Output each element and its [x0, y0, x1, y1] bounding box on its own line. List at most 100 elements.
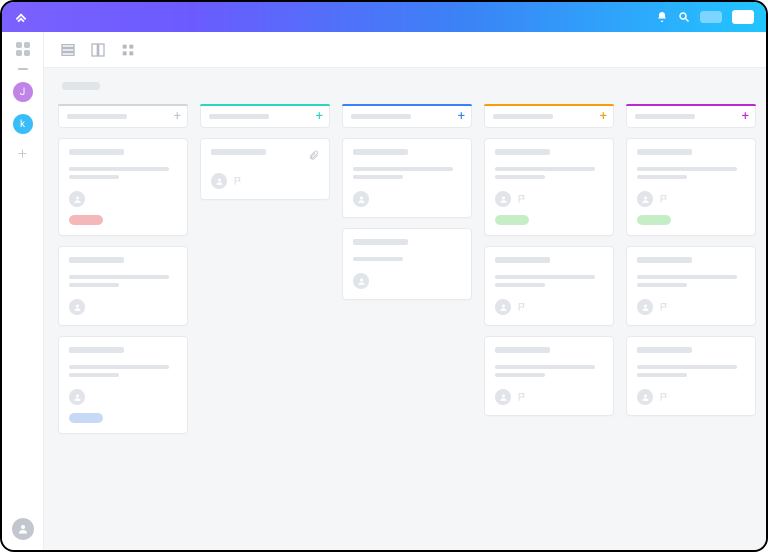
card-title-placeholder [637, 347, 692, 353]
column-title-placeholder [493, 114, 553, 119]
priority-flag-icon[interactable] [517, 302, 527, 312]
card-meta-row [353, 273, 461, 289]
assignee-avatar-icon[interactable] [69, 191, 85, 207]
assignee-avatar-icon[interactable] [637, 191, 653, 207]
attachment-icon [308, 150, 319, 161]
add-card-button[interactable]: + [600, 109, 607, 124]
card-title-placeholder [353, 149, 408, 155]
card-text-placeholder [353, 175, 403, 179]
column-header[interactable]: + [58, 104, 188, 128]
board-column: + [342, 104, 472, 536]
task-card[interactable] [484, 336, 614, 416]
assignee-avatar-icon[interactable] [637, 299, 653, 315]
task-card[interactable] [484, 246, 614, 326]
assignee-avatar-icon[interactable] [69, 389, 85, 405]
card-title-placeholder [637, 257, 692, 263]
assignee-avatar-icon[interactable] [211, 173, 227, 189]
card-text-placeholder [495, 283, 545, 287]
assignee-avatar-icon[interactable] [495, 389, 511, 405]
priority-flag-icon[interactable] [659, 194, 669, 204]
card-meta-row [637, 191, 745, 207]
workspace-avatar-j[interactable]: J [13, 82, 33, 102]
add-workspace-button[interactable]: + [18, 146, 27, 162]
priority-flag-icon[interactable] [659, 392, 669, 402]
assignee-avatar-icon[interactable] [353, 191, 369, 207]
task-card[interactable] [58, 336, 188, 434]
card-text-placeholder [495, 175, 545, 179]
search-icon[interactable] [678, 11, 690, 23]
assignee-avatar-icon[interactable] [353, 273, 369, 289]
card-text-placeholder [495, 373, 545, 377]
task-card[interactable] [342, 228, 472, 300]
assignee-avatar-icon[interactable] [69, 299, 85, 315]
board-column: + [58, 104, 188, 536]
card-meta-row [69, 191, 177, 207]
workspace-avatar-k[interactable]: k [13, 114, 33, 134]
card-text-placeholder [69, 283, 119, 287]
task-card[interactable] [484, 138, 614, 236]
card-meta-row [353, 191, 461, 207]
add-card-button[interactable]: + [458, 109, 465, 124]
card-text-placeholder [495, 365, 595, 369]
column-header[interactable]: + [200, 104, 330, 128]
task-card[interactable] [626, 138, 756, 236]
assignee-avatar-icon[interactable] [495, 191, 511, 207]
card-text-placeholder [353, 257, 403, 261]
column-title-placeholder [635, 114, 695, 119]
card-tag[interactable] [637, 215, 671, 225]
task-card[interactable] [58, 138, 188, 236]
column-accent [200, 104, 330, 106]
card-text-placeholder [637, 373, 687, 377]
task-card[interactable] [626, 336, 756, 416]
add-card-button[interactable]: + [174, 109, 181, 124]
assignee-avatar-icon[interactable] [637, 389, 653, 405]
card-title-placeholder [353, 239, 408, 245]
board-content: + + + + + [44, 68, 766, 550]
card-meta-row [637, 389, 745, 405]
board-view-icon[interactable] [90, 42, 106, 58]
priority-flag-icon[interactable] [517, 194, 527, 204]
topbar-pill-primary[interactable] [732, 10, 754, 24]
topbar-actions [656, 10, 754, 24]
task-card[interactable] [58, 246, 188, 326]
card-text-placeholder [495, 275, 595, 279]
task-card[interactable] [200, 138, 330, 200]
app-body: J k + + + + + + [2, 32, 766, 550]
column-header[interactable]: + [342, 104, 472, 128]
card-meta-row [69, 299, 177, 315]
card-title-placeholder [495, 257, 550, 263]
app-window: J k + + + + + + [0, 0, 768, 552]
card-tag[interactable] [69, 215, 103, 225]
card-title-placeholder [495, 149, 550, 155]
main-area: + + + + + [44, 32, 766, 550]
card-tag[interactable] [69, 413, 103, 423]
kanban-board: + + + + + [58, 104, 766, 536]
topbar-pill-secondary[interactable] [700, 11, 722, 23]
card-text-placeholder [353, 167, 453, 171]
column-header[interactable]: + [484, 104, 614, 128]
task-card[interactable] [342, 138, 472, 218]
priority-flag-icon[interactable] [233, 176, 243, 186]
card-title-placeholder [637, 149, 692, 155]
card-meta-row [211, 173, 319, 189]
app-logo-icon[interactable] [14, 10, 28, 24]
user-menu-icon[interactable] [12, 518, 34, 540]
card-text-placeholder [69, 175, 119, 179]
priority-flag-icon[interactable] [659, 302, 669, 312]
priority-flag-icon[interactable] [517, 392, 527, 402]
grid-view-icon[interactable] [120, 42, 136, 58]
column-accent [342, 104, 472, 106]
assignee-avatar-icon[interactable] [495, 299, 511, 315]
add-card-button[interactable]: + [316, 109, 323, 124]
task-card[interactable] [626, 246, 756, 326]
column-title-placeholder [209, 114, 269, 119]
bell-icon[interactable] [656, 11, 668, 23]
card-meta-row [495, 299, 603, 315]
card-text-placeholder [495, 167, 595, 171]
column-header[interactable]: + [626, 104, 756, 128]
apps-grid-icon[interactable] [16, 42, 30, 56]
add-card-button[interactable]: + [742, 109, 749, 124]
list-view-icon[interactable] [60, 42, 76, 58]
card-tag[interactable] [495, 215, 529, 225]
collapse-icon[interactable] [18, 68, 28, 70]
